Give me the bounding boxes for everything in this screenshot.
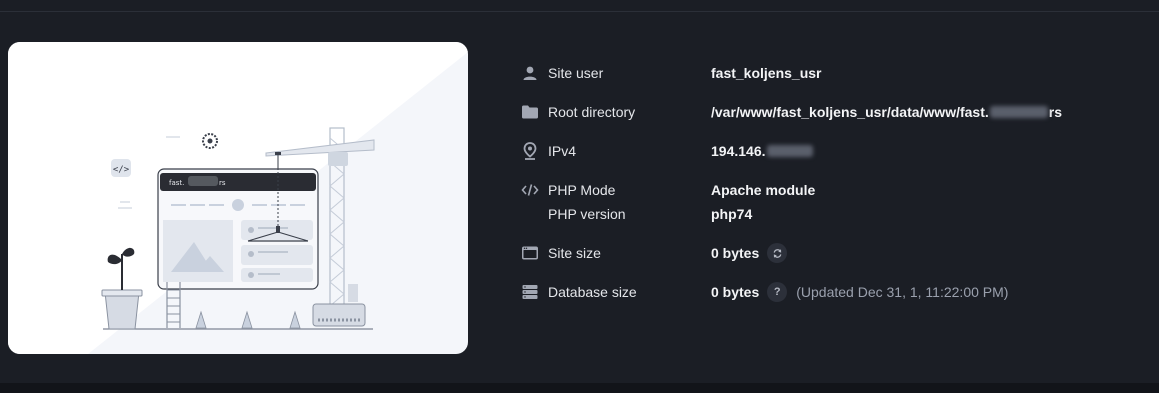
site-user-label: Site user xyxy=(548,65,604,81)
database-size-label: Database size xyxy=(548,284,637,300)
ipv4-prefix: 194.146. xyxy=(711,143,766,159)
ipv4-row: IPv4 194.146. xyxy=(520,139,813,163)
database-size-row: Database size 0 bytes ? (Updated Dec 31,… xyxy=(520,280,1008,304)
site-size-label: Site size xyxy=(548,245,601,261)
user-icon xyxy=(520,63,540,83)
help-button[interactable]: ? xyxy=(767,282,788,302)
php-mode-row: PHP Mode Apache module xyxy=(520,178,815,202)
code-icon xyxy=(520,180,540,200)
redacted-text xyxy=(989,106,1048,118)
site-illustration: </> fast. rs xyxy=(8,42,468,354)
root-directory-prefix: /var/www/fast_koljens_usr/data/www/fast. xyxy=(711,104,989,120)
site-user-value: fast_koljens_usr xyxy=(711,65,822,81)
php-version-label: PHP version xyxy=(548,206,626,222)
database-icon xyxy=(520,282,540,302)
redacted-text xyxy=(766,145,813,157)
site-size-amount: 0 bytes xyxy=(711,245,760,261)
root-directory-suffix: rs xyxy=(1048,104,1062,120)
php-mode-label: PHP Mode xyxy=(548,182,616,198)
database-size-amount: 0 bytes xyxy=(711,284,760,300)
root-directory-value: /var/www/fast_koljens_usr/data/www/fast.… xyxy=(711,100,1062,124)
top-divider xyxy=(0,11,1159,12)
database-updated-text: (Updated Dec 31, 1, 11:22:00 PM) xyxy=(796,284,1009,300)
folder-icon xyxy=(520,102,540,122)
root-directory-row: Root directory /var/www/fast_koljens_usr… xyxy=(520,100,1062,124)
site-user-row: Site user fast_koljens_usr xyxy=(520,61,822,85)
location-pin-icon xyxy=(520,141,540,161)
database-size-value: 0 bytes ? (Updated Dec 31, 1, 11:22:00 P… xyxy=(711,280,1008,304)
refresh-button[interactable] xyxy=(767,243,788,263)
root-directory-label: Root directory xyxy=(548,104,636,120)
refresh-icon xyxy=(773,248,782,258)
bottom-band xyxy=(0,383,1159,393)
ipv4-value: 194.146. xyxy=(711,139,814,163)
browser-window-icon xyxy=(520,243,540,263)
svg-text:rs: rs xyxy=(219,179,226,187)
php-mode-value: Apache module xyxy=(711,182,816,198)
php-version-value: php74 xyxy=(711,206,753,222)
ipv4-label: IPv4 xyxy=(548,143,577,159)
svg-text:</>: </> xyxy=(113,165,130,175)
site-size-row: Site size 0 bytes xyxy=(520,241,788,265)
site-size-value: 0 bytes xyxy=(711,241,788,265)
plant-pot xyxy=(104,291,140,330)
svg-text:fast.: fast. xyxy=(169,179,184,187)
